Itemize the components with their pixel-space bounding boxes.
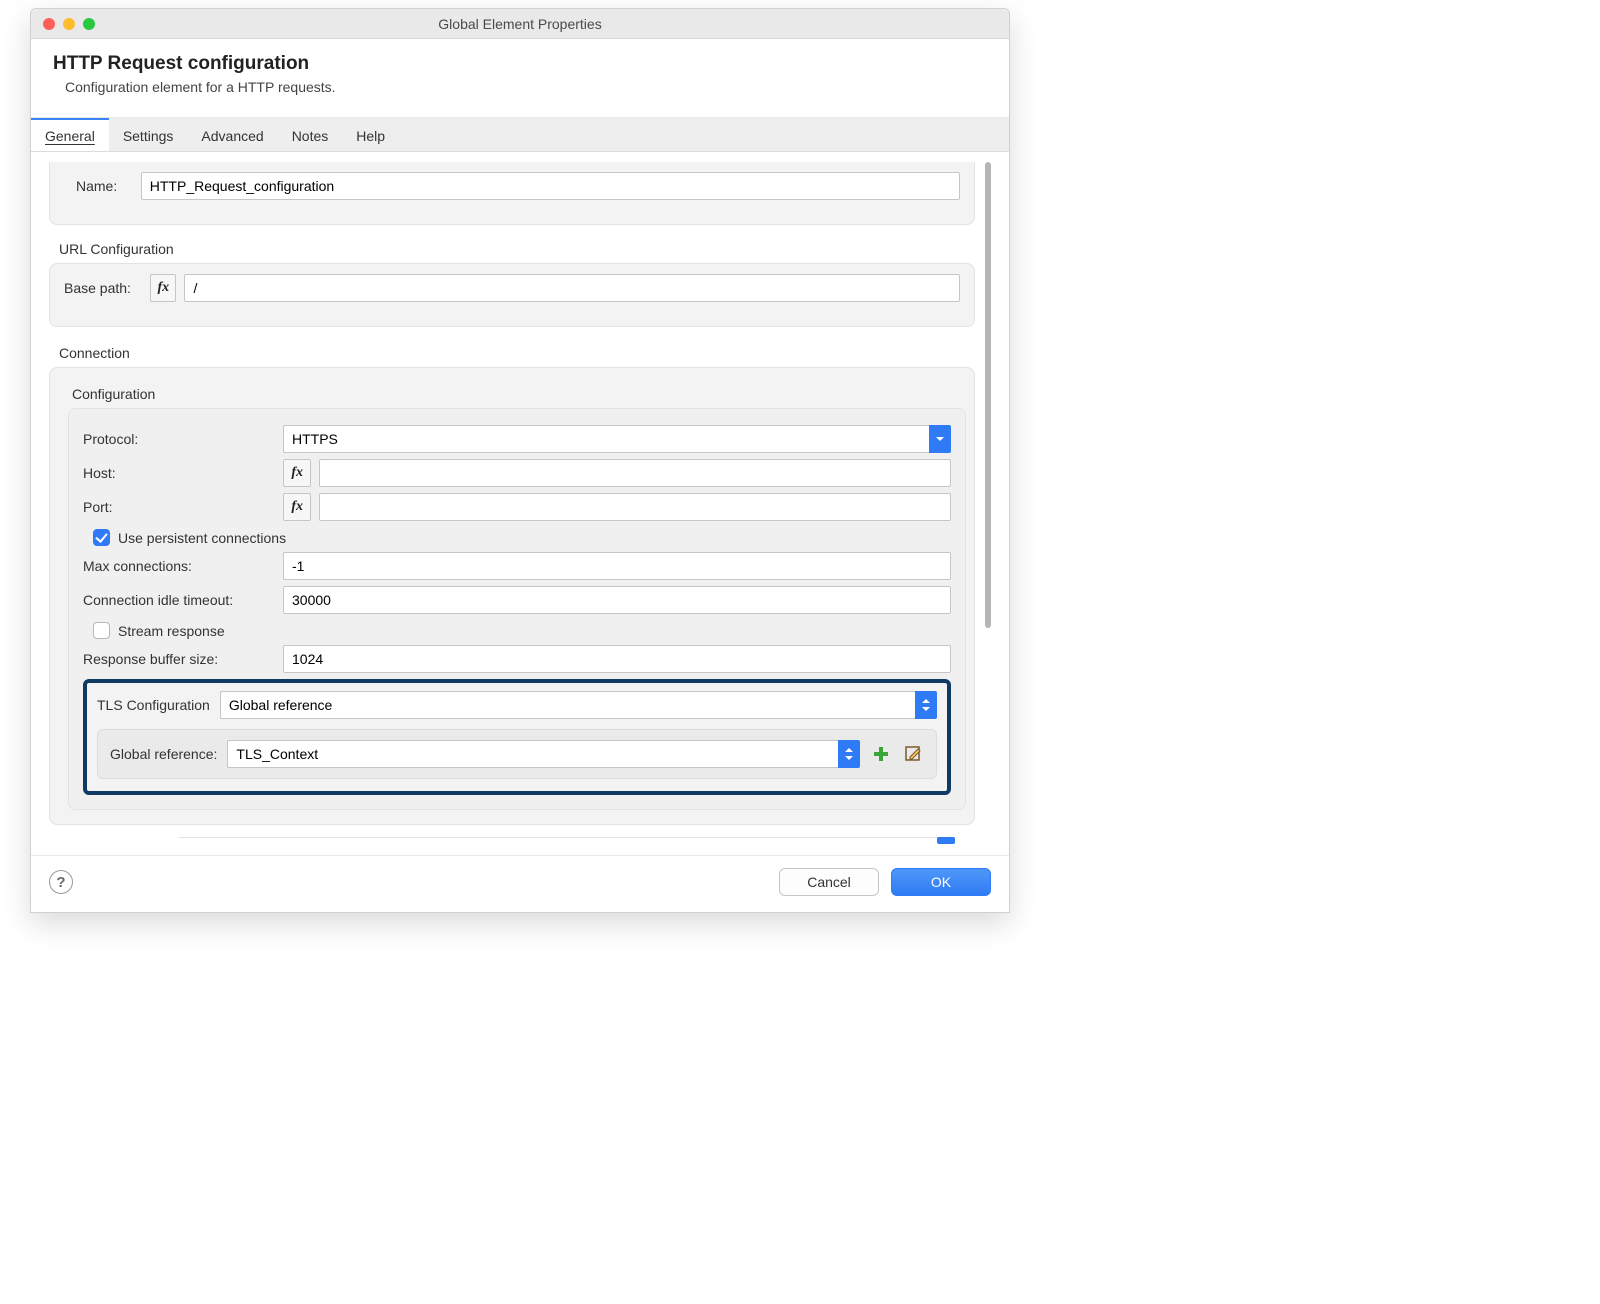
url-config-block: Base path: fx (49, 263, 975, 327)
tab-help[interactable]: Help (342, 118, 399, 151)
scrollbar[interactable] (985, 162, 991, 847)
buffer-label: Response buffer size: (83, 651, 283, 667)
tab-advanced[interactable]: Advanced (187, 118, 277, 151)
tls-config-highlight: TLS Configuration Global reference: (83, 679, 951, 795)
global-reference-row: Global reference: (97, 729, 937, 779)
idle-timeout-input[interactable] (283, 586, 951, 614)
persistent-label: Use persistent connections (118, 530, 286, 546)
window-title: Global Element Properties (31, 16, 1009, 32)
stream-response-label: Stream response (118, 623, 225, 639)
ok-button[interactable]: OK (891, 868, 991, 896)
global-ref-select[interactable] (227, 740, 860, 768)
dialog-header: HTTP Request configuration Configuration… (31, 39, 1009, 118)
page-subtitle: Configuration element for a HTTP request… (65, 79, 987, 95)
page-title: HTTP Request configuration (53, 53, 987, 75)
host-input[interactable] (319, 459, 951, 487)
tab-notes[interactable]: Notes (278, 118, 343, 151)
dialog-footer: ? Cancel OK (31, 855, 1009, 912)
name-block: Name: (49, 162, 975, 225)
connection-title: Connection (49, 339, 975, 367)
edit-icon[interactable] (902, 743, 924, 765)
updown-icon[interactable] (915, 691, 937, 719)
url-config-title: URL Configuration (49, 235, 975, 263)
stream-response-checkbox[interactable] (93, 622, 110, 639)
tab-general[interactable]: General (31, 118, 109, 151)
tab-settings[interactable]: Settings (109, 118, 188, 151)
port-input[interactable] (319, 493, 951, 521)
connection-block: Configuration Protocol: (49, 367, 975, 825)
idle-timeout-label: Connection idle timeout: (83, 592, 283, 608)
titlebar: Global Element Properties (31, 9, 1009, 39)
configuration-inner-block: Protocol: Host: (68, 408, 966, 810)
dialog-window: Global Element Properties HTTP Request c… (30, 8, 1010, 913)
name-input[interactable] (141, 172, 960, 200)
configuration-title: Configuration (68, 380, 966, 408)
protocol-label: Protocol: (83, 431, 283, 447)
tls-config-label: TLS Configuration (97, 697, 210, 713)
help-icon[interactable]: ? (49, 870, 73, 894)
tabs: General Settings Advanced Notes Help (31, 118, 1009, 152)
port-label: Port: (83, 499, 283, 515)
base-path-input[interactable] (184, 274, 960, 302)
truncated-content-hint (179, 837, 955, 847)
cancel-button[interactable]: Cancel (779, 868, 879, 896)
max-conn-label: Max connections: (83, 558, 283, 574)
tls-mode-select[interactable] (220, 691, 937, 719)
protocol-value[interactable] (283, 425, 929, 453)
buffer-input[interactable] (283, 645, 951, 673)
host-label: Host: (83, 465, 283, 481)
protocol-select[interactable] (283, 425, 951, 453)
chevron-down-icon[interactable] (929, 425, 951, 453)
name-label: Name: (76, 178, 141, 194)
global-ref-label: Global reference: (110, 746, 217, 762)
tls-mode-value[interactable] (220, 691, 915, 719)
add-icon[interactable] (870, 743, 892, 765)
fx-button-basepath[interactable]: fx (150, 274, 176, 302)
base-path-label: Base path: (64, 280, 150, 296)
global-ref-value[interactable] (227, 740, 838, 768)
dialog-body: Name: URL Configuration Base path: fx Co… (31, 152, 1009, 855)
persistent-checkbox[interactable] (93, 529, 110, 546)
updown-icon[interactable] (838, 740, 860, 768)
fx-button-host[interactable]: fx (283, 459, 311, 487)
scrollbar-thumb[interactable] (985, 162, 991, 628)
max-conn-input[interactable] (283, 552, 951, 580)
fx-button-port[interactable]: fx (283, 493, 311, 521)
